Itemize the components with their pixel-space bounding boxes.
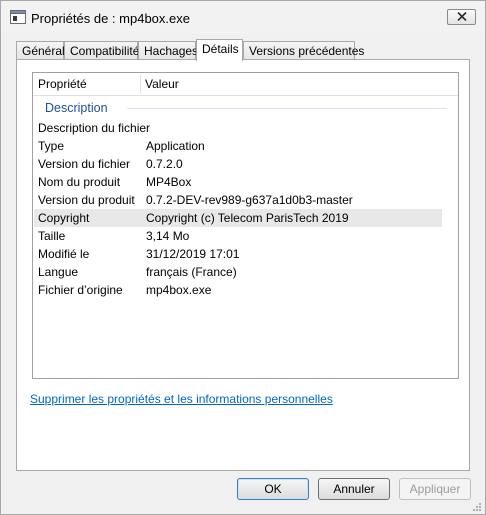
properties-dialog: Propriétés de : mp4box.exe Général Compa… bbox=[0, 0, 486, 515]
title-bar: Propriétés de : mp4box.exe bbox=[1, 1, 485, 33]
property-name: Version du fichier bbox=[38, 157, 131, 171]
list-item[interactable]: Type Application bbox=[33, 137, 458, 155]
tab-general[interactable]: Général bbox=[16, 41, 65, 59]
property-name: Version du produit bbox=[38, 193, 135, 207]
details-list[interactable]: Propriété Valeur Description Description… bbox=[32, 72, 459, 379]
tab-previous-versions[interactable]: Versions précédentes bbox=[243, 41, 364, 59]
group-label: Description bbox=[45, 101, 108, 115]
property-value: 31/12/2019 17:01 bbox=[146, 247, 240, 261]
list-item[interactable]: Taille 3,14 Mo bbox=[33, 227, 458, 245]
tab-compatibility[interactable]: Compatibilité bbox=[64, 41, 139, 59]
group-header-description[interactable]: Description bbox=[33, 99, 458, 117]
list-item[interactable]: Nom du produit MP4Box bbox=[33, 173, 458, 191]
cancel-button[interactable]: Annuler bbox=[318, 478, 390, 500]
group-divider bbox=[127, 108, 447, 109]
list-item-selected[interactable]: Copyright Copyright (c) Telecom ParisTec… bbox=[34, 209, 442, 227]
ok-button[interactable]: OK bbox=[237, 478, 309, 500]
window-title: Propriétés de : mp4box.exe bbox=[31, 11, 190, 26]
property-name: Description du fichier bbox=[38, 121, 151, 135]
property-value: Copyright (c) Telecom ParisTech 2019 bbox=[146, 211, 349, 225]
property-value: 0.7.2.0 bbox=[146, 157, 183, 171]
property-name: Nom du produit bbox=[38, 175, 121, 189]
list-item[interactable]: Description du fichier bbox=[33, 119, 458, 137]
property-name: Taille bbox=[38, 229, 66, 243]
property-rows: Description du fichier Type Application … bbox=[33, 119, 458, 299]
resize-grip-icon[interactable] bbox=[472, 501, 482, 511]
details-panel: Propriété Valeur Description Description… bbox=[16, 59, 470, 471]
property-name: Fichier d’origine bbox=[38, 283, 123, 297]
property-value: français (France) bbox=[146, 265, 237, 279]
property-value: mp4box.exe bbox=[146, 283, 212, 297]
list-item[interactable]: Langue français (France) bbox=[33, 263, 458, 281]
close-button[interactable] bbox=[447, 9, 476, 25]
list-item[interactable]: Version du produit 0.7.2-DEV-rev989-g637… bbox=[33, 191, 458, 209]
property-name: Modifié le bbox=[38, 247, 90, 261]
list-item[interactable]: Fichier d’origine mp4box.exe bbox=[33, 281, 458, 299]
property-value: 0.7.2-DEV-rev989-g637a1d0b3-master bbox=[146, 193, 353, 207]
remove-properties-link[interactable]: Supprimer les propriétés et les informat… bbox=[30, 392, 333, 406]
property-value: 3,14 Mo bbox=[146, 229, 190, 243]
tab-hashes[interactable]: Hachages bbox=[138, 41, 198, 59]
column-value[interactable]: Valeur bbox=[140, 73, 440, 95]
column-property[interactable]: Propriété bbox=[33, 73, 140, 95]
property-name: Type bbox=[38, 139, 65, 153]
close-icon bbox=[456, 10, 467, 24]
apply-button[interactable]: Appliquer bbox=[399, 478, 471, 500]
list-item[interactable]: Modifié le 31/12/2019 17:01 bbox=[33, 245, 458, 263]
property-name: Langue bbox=[38, 265, 79, 279]
column-header: Propriété Valeur bbox=[33, 73, 458, 96]
property-value: Application bbox=[146, 139, 205, 153]
list-item[interactable]: Version du fichier 0.7.2.0 bbox=[33, 155, 458, 173]
property-name: Copyright bbox=[38, 211, 90, 225]
property-value: MP4Box bbox=[146, 175, 192, 189]
tab-details[interactable]: Détails bbox=[196, 39, 243, 61]
application-icon bbox=[10, 10, 26, 24]
